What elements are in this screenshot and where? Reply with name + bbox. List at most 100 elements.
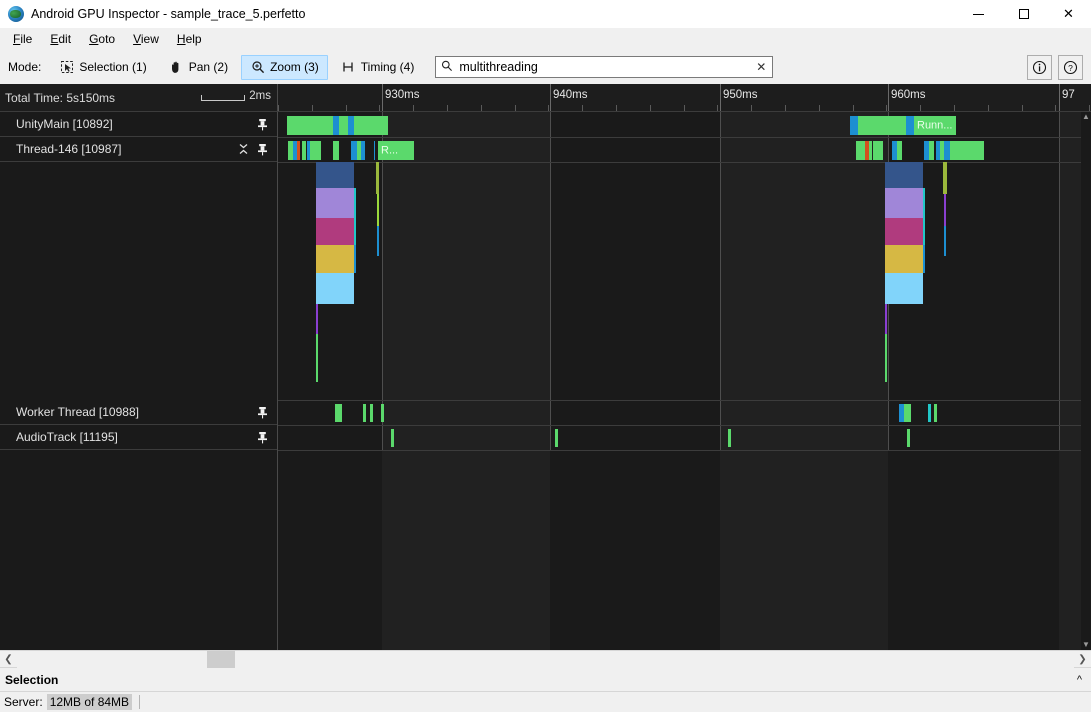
menu-edit[interactable]: Edit [41, 29, 80, 49]
thread146-slice[interactable] [333, 141, 339, 160]
menu-help[interactable]: Help [168, 29, 211, 49]
mode-selection-button[interactable]: Selection (1) [50, 55, 155, 80]
track-label-row[interactable]: Worker Thread [10988] [0, 400, 277, 425]
thread146-nested-slice[interactable] [885, 273, 923, 304]
search-input[interactable] [459, 58, 754, 76]
chevron-up-icon[interactable]: ^ [1077, 674, 1082, 686]
thread146-nested-slice[interactable] [354, 218, 356, 245]
thread146-nested-slice[interactable] [316, 245, 354, 273]
thread146-nested-slice[interactable] [943, 162, 947, 194]
pin-icon[interactable] [256, 430, 268, 444]
worker-thread-slice[interactable] [381, 404, 384, 422]
thread146-slice[interactable] [897, 141, 902, 160]
thread146-slice[interactable] [361, 141, 365, 160]
horizontal-scroll-track[interactable] [17, 651, 1074, 668]
collapse-icon[interactable] [237, 142, 249, 156]
thread146-slice[interactable] [873, 141, 883, 160]
thread146-nested-slice[interactable] [885, 218, 923, 245]
thread146-slice[interactable]: R... [378, 141, 414, 160]
toolbar: Mode: Selection (1) Pan (2) [0, 50, 1091, 84]
thread146-nested-slice[interactable] [923, 218, 925, 245]
mode-pan-button[interactable]: Pan (2) [160, 55, 237, 80]
timeline-ruler[interactable]: 930ms940ms950ms960ms97 [278, 84, 1091, 111]
unity-main-slice[interactable] [850, 116, 858, 135]
thread146-nested-slice[interactable] [885, 162, 923, 188]
scroll-up-icon[interactable]: ▲ [1082, 113, 1090, 121]
track-canvas[interactable]: Runn... R... [278, 112, 1091, 650]
worker-thread-slice[interactable] [928, 404, 931, 422]
title-bar: Android GPU Inspector - sample_trace_5.p… [0, 0, 1091, 28]
thread146-nested-slice[interactable] [376, 162, 379, 194]
thread146-slice[interactable] [869, 141, 872, 160]
thread146-nested-slice[interactable] [316, 188, 354, 218]
thread146-nested-slice[interactable] [923, 188, 925, 218]
ruler-minor-tick [1055, 105, 1056, 111]
thread146-nested-slice[interactable] [377, 194, 379, 226]
thread146-nested-slice[interactable] [316, 218, 354, 245]
audiotrack-slice[interactable] [907, 429, 910, 447]
help-button[interactable]: ? [1058, 55, 1083, 80]
pin-icon[interactable] [256, 142, 268, 156]
thread146-nested-slice[interactable] [377, 226, 379, 256]
worker-thread-slice[interactable] [370, 404, 373, 422]
ruler-minor-tick [954, 105, 955, 111]
horizontal-scrollbar[interactable]: ❮ ❯ [0, 650, 1091, 667]
vertical-scrollbar[interactable]: ▲ ▼ [1081, 112, 1091, 650]
thread146-nested-slice[interactable] [316, 334, 318, 382]
thread146-slice[interactable] [297, 141, 300, 160]
pin-icon[interactable] [256, 117, 268, 131]
info-button[interactable] [1027, 55, 1052, 80]
scroll-right-button[interactable]: ❯ [1074, 651, 1091, 668]
menu-bar: File Edit Goto View Help [0, 28, 1091, 50]
audiotrack-slice[interactable] [555, 429, 558, 447]
menu-goto[interactable]: Goto [80, 29, 124, 49]
menu-view[interactable]: View [124, 29, 168, 49]
thread146-slice[interactable] [374, 141, 375, 160]
thread146-nested-slice[interactable] [354, 245, 356, 273]
thread146-nested-slice[interactable] [885, 245, 923, 273]
unity-main-slice[interactable] [339, 116, 348, 135]
audiotrack-slice[interactable] [391, 429, 394, 447]
thread146-nested-slice[interactable] [885, 188, 923, 218]
track-label-row[interactable]: Thread-146 [10987] [0, 137, 277, 162]
unity-main-slice[interactable]: Runn... [914, 116, 956, 135]
thread146-nested-slice[interactable] [316, 304, 318, 334]
thread146-slice[interactable] [950, 141, 984, 160]
thread146-nested-slice[interactable] [885, 334, 887, 382]
worker-thread-slice[interactable] [363, 404, 366, 422]
clear-icon[interactable]: ✕ [754, 60, 768, 74]
unity-main-slice[interactable] [906, 116, 914, 135]
worker-thread-slice[interactable] [335, 404, 342, 422]
thread146-nested-slice[interactable] [316, 273, 354, 304]
scroll-left-button[interactable]: ❮ [0, 651, 17, 668]
mode-zoom-button[interactable]: Zoom (3) [241, 55, 328, 80]
unity-main-slice[interactable] [354, 116, 388, 135]
close-button[interactable]: ✕ [1046, 0, 1091, 28]
track-label-row[interactable]: AudioTrack [11195] [0, 425, 277, 450]
thread146-nested-slice[interactable] [944, 194, 946, 226]
search-box[interactable]: ✕ [435, 56, 773, 78]
audiotrack-slice[interactable] [728, 429, 731, 447]
thread146-slice[interactable] [302, 141, 306, 160]
horizontal-scroll-thumb[interactable] [207, 651, 235, 668]
menu-file[interactable]: File [4, 29, 41, 49]
question-icon: ? [1063, 60, 1078, 75]
thread146-slice[interactable] [310, 141, 321, 160]
thread146-nested-slice[interactable] [354, 188, 356, 218]
scroll-down-icon[interactable]: ▼ [1082, 641, 1090, 649]
minimize-button[interactable] [956, 0, 1001, 28]
thread146-nested-slice[interactable] [944, 226, 946, 256]
track-label-row[interactable]: UnityMain [10892] [0, 112, 277, 137]
worker-thread-slice[interactable] [904, 404, 911, 422]
mode-pan-label: Pan (2) [189, 60, 228, 74]
unity-main-slice[interactable] [858, 116, 906, 135]
thread146-slice[interactable] [929, 141, 934, 160]
unity-main-slice[interactable] [287, 116, 333, 135]
thread146-nested-slice[interactable] [923, 245, 925, 273]
thread146-nested-slice[interactable] [316, 162, 354, 188]
mode-timing-button[interactable]: Timing (4) [332, 55, 424, 80]
pin-icon[interactable] [256, 405, 268, 419]
thread146-nested-slice[interactable] [885, 304, 887, 334]
worker-thread-slice[interactable] [934, 404, 937, 422]
maximize-button[interactable] [1001, 0, 1046, 28]
